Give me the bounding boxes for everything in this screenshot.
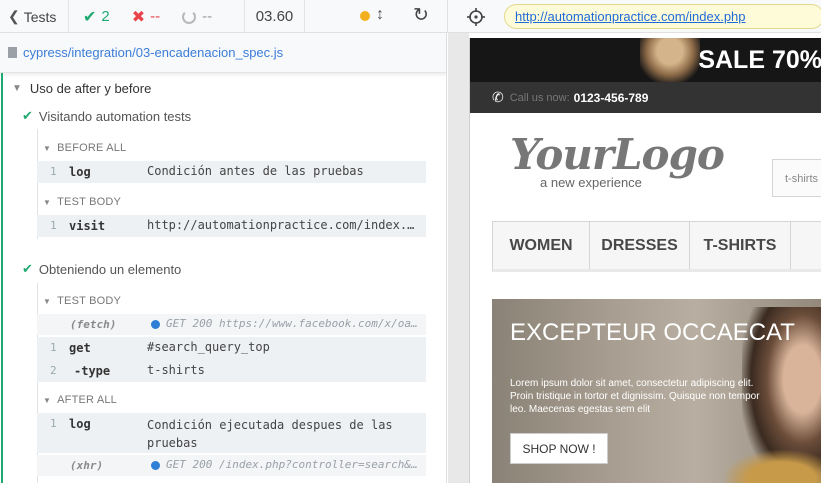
passed-count: 2 (101, 8, 110, 25)
command-log: cypress/integration/03-encadenacion_spec… (0, 33, 447, 483)
menu-item-dresses[interactable]: DRESSES (590, 222, 690, 269)
hook-test-body[interactable]: ▼ TEST BODY (43, 293, 121, 309)
run-controls: ↕ ↻ (305, 0, 448, 33)
menu-item-tshirts[interactable]: T-SHIRTS (690, 222, 791, 269)
hook-before-all[interactable]: ▼ BEFORE ALL (43, 140, 126, 156)
test-title: Obteniendo un elemento (38, 261, 182, 277)
shop-now-button[interactable]: SHOP NOW ! (510, 433, 608, 464)
check-icon: ✔ (22, 261, 33, 276)
hook-test-body[interactable]: ▼ TEST BODY (43, 194, 121, 210)
call-label: Call us now: (509, 91, 570, 104)
url-text[interactable]: http://automationpractice.com/index.php (515, 9, 746, 24)
phone-number: 0123-456-789 (573, 90, 649, 105)
hero-title: EXCEPTEUR OCCAECAT (510, 319, 795, 346)
caret-down-icon: ▼ (12, 82, 22, 94)
hook-divider (37, 283, 38, 483)
logo-main: YourLogo (510, 130, 725, 179)
duration: 03.60 (245, 0, 305, 33)
logo-subtitle: a new experience (540, 175, 642, 190)
crosshair-icon (467, 7, 485, 26)
tests-label: Tests (23, 8, 57, 25)
failed-count: -- (150, 8, 161, 25)
updown-arrows-icon[interactable]: ↕ (376, 6, 384, 24)
contact-bar: ✆ Call us now: 0123-456-789 (470, 82, 821, 113)
spec-header: cypress/integration/03-encadenacion_spec… (0, 33, 446, 73)
test-row[interactable]: ✔ Obteniendo un elemento (22, 259, 181, 279)
command-row[interactable]: 1 log Condición antes de las pruebas (37, 161, 426, 183)
request-dot-icon (151, 319, 160, 329)
x-icon: ✖ (131, 8, 146, 26)
request-row[interactable]: (fetch) GET 200 https://www.facebook.com… (37, 314, 426, 335)
test-row[interactable]: ✔ Visitando automation tests (22, 106, 191, 126)
dot-icon (360, 11, 370, 21)
phone-icon: ✆ (492, 89, 504, 105)
caret-down-icon: ▼ (43, 395, 52, 405)
passed-indicator-bar (1, 73, 3, 483)
cypress-top-bar: ❮ Tests ✔ 2 ✖ -- -- 03.60 ↕ ↻ http://aut… (0, 0, 821, 33)
chevron-left-icon: ❮ (8, 8, 20, 24)
request-row[interactable]: (xhr) GET 200 /index.php?controller=sear… (37, 455, 426, 476)
request-dot-icon (151, 460, 160, 470)
check-icon: ✔ (22, 108, 33, 123)
hero-slider[interactable]: EXCEPTEUR OCCAECAT Lorem ipsum dolor sit… (492, 299, 821, 483)
request-message: GET 200 /index.php?controller=search&q=t… (166, 458, 423, 471)
hero-text: Lorem ipsum dolor sit amet, consectetur … (510, 378, 760, 415)
request-message: GET 200 https://www.facebook.com/x/oauth… (166, 317, 423, 330)
tests-button[interactable]: ❮ Tests (0, 0, 69, 33)
banner-text: SALE 70% (698, 46, 821, 74)
pending-stat: -- (182, 8, 212, 25)
command-row[interactable]: 1 log Condición ejecutada despues de las… (37, 413, 426, 453)
app-preview: SALE 70% ✆ Call us now: 0123-456-789 You… (469, 38, 821, 483)
suite-title: Uso de after y before (29, 80, 152, 96)
url-bar[interactable]: http://automationpractice.com/index.php (504, 4, 821, 29)
sale-banner[interactable]: SALE 70% (470, 38, 821, 82)
spinner-icon (182, 9, 197, 24)
command-group: 1 get #search_query_top 2 -type t-shirts (37, 337, 426, 382)
reload-icon[interactable]: ↻ (413, 4, 429, 27)
passed-stat: ✔ 2 (83, 7, 110, 27)
search-input[interactable]: t-shirts (772, 159, 821, 197)
preview-gutter (448, 33, 469, 483)
selector-playground-button[interactable] (448, 0, 504, 33)
caret-down-icon: ▼ (43, 197, 52, 207)
suite-title-row[interactable]: ▼ Uso de after y before (12, 78, 151, 98)
hook-after-all[interactable]: ▼ AFTER ALL (43, 392, 117, 408)
spec-path[interactable]: cypress/integration/03-encadenacion_spec… (23, 45, 283, 60)
test-stats: ✔ 2 ✖ -- -- (69, 0, 245, 33)
command-row[interactable]: 1 visit http://automationpractice.com/in… (37, 215, 426, 237)
test-title: Visitando automation tests (38, 108, 192, 124)
banner-model-image (640, 38, 700, 82)
command-row[interactable]: 2 -type t-shirts (37, 360, 426, 382)
hero-decoration (722, 449, 821, 483)
pending-count: -- (202, 8, 213, 25)
caret-down-icon: ▼ (43, 143, 52, 153)
site-logo[interactable]: YourLogo a new experience (510, 130, 725, 191)
file-icon (8, 47, 17, 58)
check-icon: ✔ (83, 8, 97, 26)
failed-stat: ✖ -- (132, 7, 160, 27)
caret-down-icon: ▼ (43, 296, 52, 306)
main-menu: WOMEN DRESSES T-SHIRTS (492, 221, 821, 272)
menu-item-women[interactable]: WOMEN (493, 222, 590, 269)
command-row[interactable]: 1 get #search_query_top (37, 337, 426, 359)
